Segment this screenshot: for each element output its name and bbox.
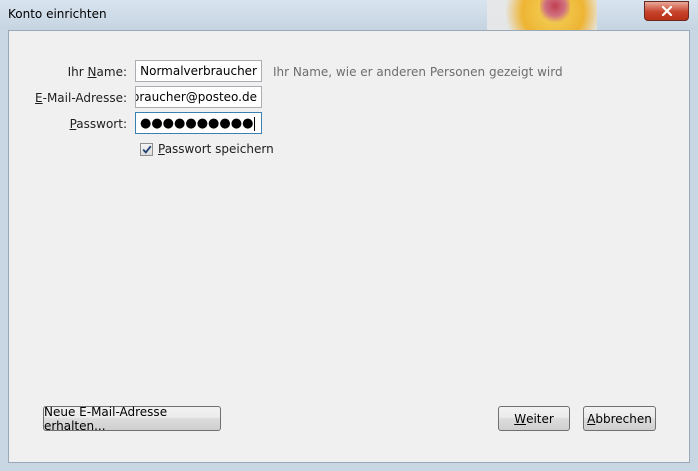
checkmark-icon — [142, 145, 152, 154]
cancel-button[interactable]: Abbrechen — [583, 406, 656, 431]
password-label: Passwort: — [69, 117, 127, 131]
dialog-content: Ihr Name: Otto Normalverbraucher Ihr Nam… — [8, 30, 690, 463]
next-button[interactable]: Weiter — [498, 406, 570, 431]
password-mask: ●●●●●●●●●● — [140, 116, 254, 131]
name-hint: Ihr Name, wie er anderen Personen gezeig… — [273, 65, 563, 79]
dialog-window: Konto einrichten Ihr Name: Otto Normalve… — [0, 0, 698, 471]
email-label: E-Mail-Adresse: — [35, 91, 127, 105]
save-password-checkbox[interactable] — [140, 143, 153, 156]
email-input[interactable]: otto.normalverbraucher@posteo.de — [135, 86, 262, 108]
close-button[interactable] — [644, 1, 689, 21]
background-artwork-accent — [540, 0, 570, 30]
name-label: Ihr Name: — [67, 65, 127, 79]
text-caret — [254, 116, 256, 131]
password-input[interactable]: ●●●●●●●●●● — [135, 112, 262, 134]
close-icon — [661, 6, 672, 16]
new-email-address-button[interactable]: Neue E-Mail-Adresse erhalten... — [43, 405, 221, 433]
title-bar[interactable]: Konto einrichten — [0, 0, 698, 30]
save-password-label[interactable]: Passwort speichern — [158, 142, 274, 156]
name-input[interactable]: Otto Normalverbraucher — [135, 60, 262, 82]
window-title: Konto einrichten — [8, 7, 107, 21]
